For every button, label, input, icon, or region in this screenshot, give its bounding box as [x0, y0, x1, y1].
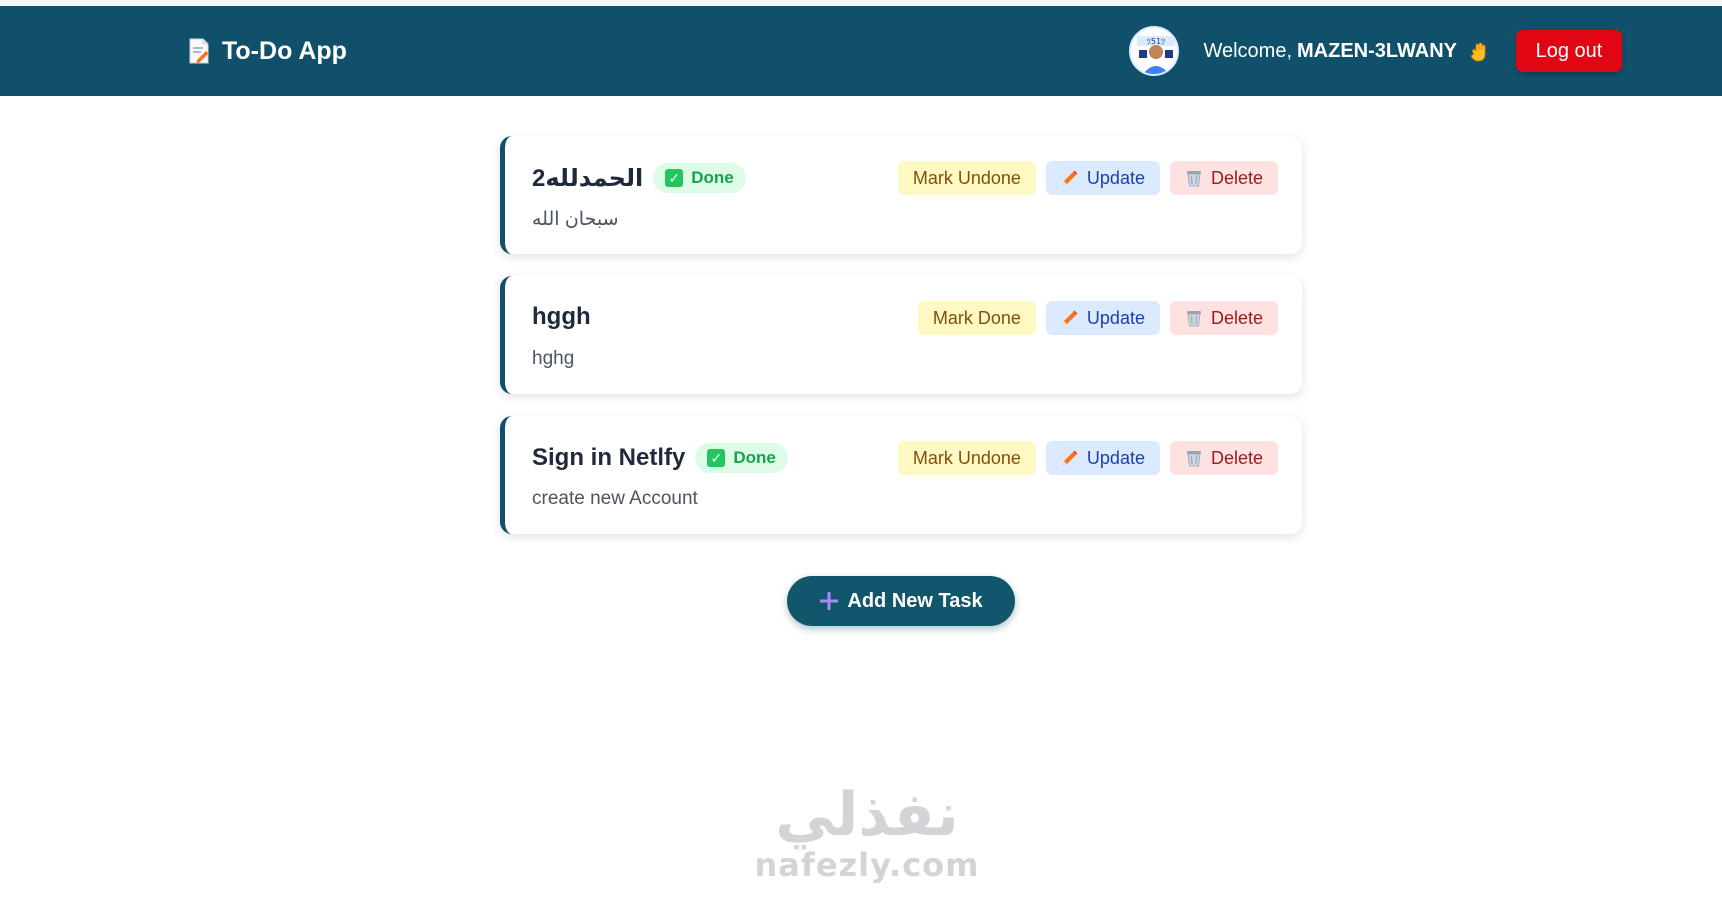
update-button[interactable]: Update [1045, 441, 1160, 475]
wastebasket-icon [1185, 449, 1203, 467]
watermark-latin: nafezly.com [754, 846, 980, 884]
task-title-row: hggh [532, 303, 591, 331]
waving-hand-icon [1470, 42, 1488, 62]
welcome-prefix: Welcome, [1203, 39, 1292, 62]
task-card: Sign in Netlfy ✓ Done create new Account… [500, 416, 1302, 534]
pencil-icon [1061, 169, 1079, 187]
username: MAZEN-3LWANY [1297, 39, 1457, 62]
update-label: Update [1086, 307, 1145, 328]
task-description: hghg [532, 348, 575, 369]
pencil-icon [1061, 309, 1079, 327]
task-title-row: Sign in Netlfy ✓ Done [532, 443, 788, 473]
logout-button[interactable]: Log out [1516, 30, 1622, 72]
brand[interactable]: To-Do App [188, 6, 347, 96]
pencil-icon [1061, 449, 1079, 467]
task-title: hggh [532, 303, 591, 330]
task-title-row: الحمدلله2 ✓ Done [532, 163, 746, 193]
task-card: الحمدلله2 ✓ Done سبحان الله Mark Undone … [500, 136, 1302, 254]
task-actions: Mark Undone Update Delete [897, 161, 1278, 195]
delete-label: Delete [1210, 167, 1263, 188]
update-label: Update [1086, 447, 1145, 468]
wastebasket-icon [1185, 309, 1203, 327]
delete-label: Delete [1210, 307, 1263, 328]
status-badge: ✓ Done [695, 443, 788, 473]
svg-text:ﾂ51ﾂ: ﾂ51ﾂ [1147, 37, 1165, 46]
status-label: Done [691, 168, 734, 187]
task-title: الحمدلله2 [532, 164, 644, 192]
app-title: To-Do App [222, 36, 347, 65]
memo-icon [188, 38, 210, 64]
add-new-task-button[interactable]: Add New Task [787, 576, 1015, 626]
update-button[interactable]: Update [1045, 161, 1160, 195]
add-new-task-label: Add New Task [847, 589, 983, 612]
status-label: Done [733, 448, 776, 467]
mark-done-button[interactable]: Mark Done [917, 301, 1036, 335]
update-label: Update [1086, 167, 1145, 188]
task-description: سبحان الله [532, 209, 619, 230]
mark-undone-button[interactable]: Mark Undone [897, 441, 1036, 475]
delete-label: Delete [1210, 447, 1263, 468]
status-badge: ✓ Done [653, 163, 746, 193]
update-button[interactable]: Update [1045, 301, 1160, 335]
check-icon: ✓ [707, 449, 726, 467]
watermark: نفذلي nafezly.com [752, 780, 982, 884]
task-actions: Mark Done Update Delete [917, 301, 1278, 335]
task-actions: Mark Undone Update Delete [897, 441, 1278, 475]
plus-icon [819, 591, 839, 611]
app-header: To-Do App ﾂ51ﾂ Welcome, MAZEN-3LWANY Log… [0, 6, 1722, 96]
check-icon: ✓ [665, 169, 684, 187]
task-card: hggh hghg Mark Done Update Delete [500, 276, 1302, 394]
welcome-message: Welcome, MAZEN-3LWANY [1203, 40, 1488, 63]
avatar[interactable]: ﾂ51ﾂ [1129, 26, 1180, 76]
delete-button[interactable]: Delete [1169, 301, 1278, 335]
watermark-arabic: نفذلي [775, 780, 959, 850]
task-description: create new Account [532, 488, 698, 509]
wastebasket-icon [1185, 169, 1203, 187]
mark-undone-button[interactable]: Mark Undone [897, 161, 1036, 195]
task-title: Sign in Netlfy [532, 444, 686, 471]
user-area: ﾂ51ﾂ Welcome, MAZEN-3LWANY Log out [1129, 6, 1622, 96]
delete-button[interactable]: Delete [1169, 441, 1278, 475]
delete-button[interactable]: Delete [1169, 161, 1278, 195]
